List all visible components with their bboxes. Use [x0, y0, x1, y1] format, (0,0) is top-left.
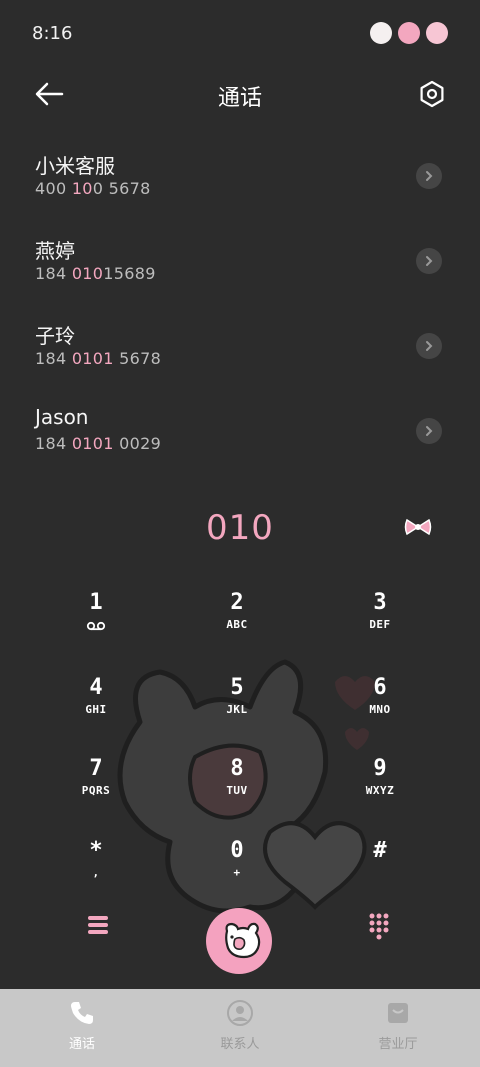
dial-key-7[interactable]: 7 PQRS [46, 756, 146, 816]
dial-key-hash[interactable]: # [330, 838, 430, 898]
dial-key-1[interactable]: 1 [46, 590, 146, 650]
call-button[interactable] [206, 908, 272, 974]
contact-name: 子玲 [35, 324, 75, 348]
dialpad-icon[interactable] [368, 912, 390, 940]
contact-detail-button[interactable] [416, 248, 442, 274]
contact-name: Jason [35, 405, 89, 429]
phone-icon [71, 1002, 93, 1024]
store-icon [388, 1003, 408, 1023]
flower-sticker-icon [398, 22, 420, 44]
tab-store[interactable]: 营业厅 [338, 999, 458, 1052]
dial-key-9[interactable]: 9 WXYZ [330, 756, 430, 816]
contact-number: 184 0101 0029 [35, 434, 162, 453]
contact-name: 小米客服 [35, 154, 115, 178]
contact-row[interactable]: Jason 184 0101 0029 [0, 393, 480, 478]
contact-detail-button[interactable] [416, 418, 442, 444]
contact-detail-button[interactable] [416, 333, 442, 359]
app-header: 通话 [0, 66, 480, 122]
bottom-tab-bar: 通话 联系人 营业厅 [0, 989, 480, 1067]
contact-number: 400 100 5678 [35, 179, 151, 198]
dial-key-4[interactable]: 4 GHI [46, 675, 146, 735]
tab-contacts[interactable]: 联系人 [180, 999, 300, 1052]
contact-number: 184 0101 5678 [35, 349, 162, 368]
dial-key-8[interactable]: 8 TUV [187, 756, 287, 816]
menu-icon[interactable] [86, 914, 110, 936]
chevron-right-icon [426, 171, 433, 181]
bear-call-icon [225, 922, 261, 959]
contacts-icon [227, 1000, 253, 1026]
contact-number: 184 01015689 [35, 264, 156, 283]
dial-key-3[interactable]: 3 DEF [330, 590, 430, 650]
voicemail-icon [86, 621, 106, 631]
bow-icon[interactable] [404, 518, 432, 536]
dial-key-0[interactable]: 0 + [187, 838, 287, 898]
status-time: 8:16 [32, 23, 73, 44]
contact-row[interactable]: 小米客服 400 100 5678 [0, 138, 480, 223]
dialer-actions [0, 904, 480, 974]
chevron-right-icon [426, 256, 433, 266]
status-icons [370, 22, 448, 44]
contact-detail-button[interactable] [416, 163, 442, 189]
chevron-right-icon [426, 426, 433, 436]
dial-key-6[interactable]: 6 MNO [330, 675, 430, 735]
cloud-sticker-icon [370, 22, 392, 44]
page-title: 通话 [217, 86, 262, 111]
contact-row[interactable]: 子玲 184 0101 5678 [0, 308, 480, 393]
dial-key-star[interactable]: * , [46, 838, 146, 898]
settings-icon[interactable] [418, 80, 446, 108]
battery-heart-icon [426, 22, 448, 44]
status-bar: 8:16 [0, 0, 480, 66]
dial-key-5[interactable]: 5 JKL [187, 675, 287, 735]
contact-name: 燕婷 [35, 239, 75, 263]
dial-key-2[interactable]: 2 ABC [187, 590, 287, 650]
tab-calls[interactable]: 通话 [22, 999, 142, 1052]
chevron-right-icon [426, 341, 433, 351]
contact-row[interactable]: 燕婷 184 01015689 [0, 223, 480, 308]
